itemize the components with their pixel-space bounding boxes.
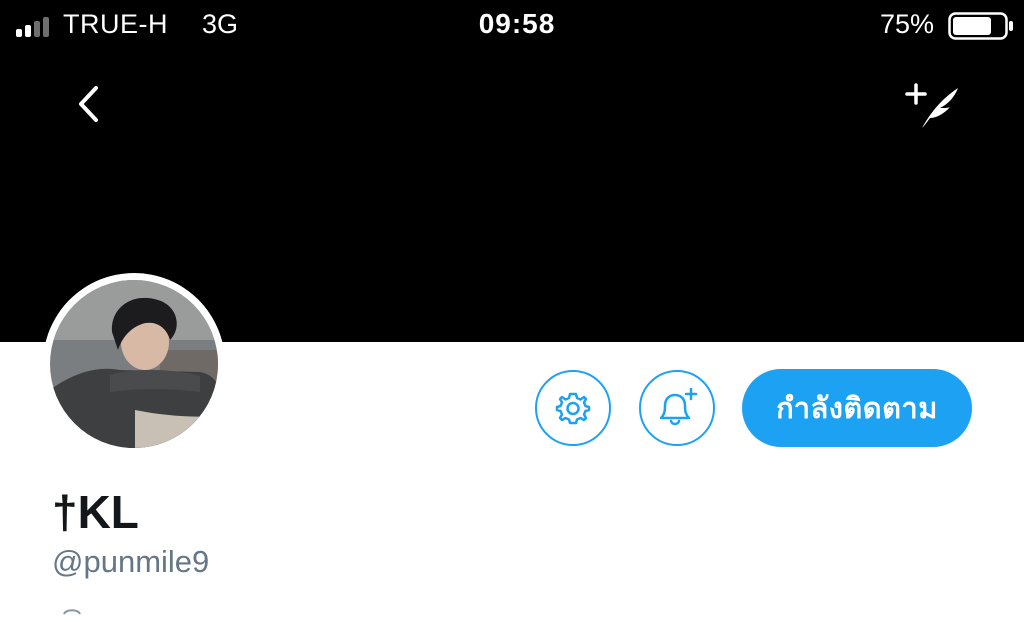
gear-icon xyxy=(555,392,591,425)
display-name: †KL xyxy=(52,486,139,538)
location-icon xyxy=(63,609,81,615)
back-chevron-icon[interactable] xyxy=(68,82,112,126)
notifications-button[interactable] xyxy=(639,370,715,446)
compose-tweet-icon[interactable] xyxy=(902,80,966,132)
avatar[interactable] xyxy=(50,280,218,448)
clock: 09:58 xyxy=(478,8,556,39)
following-button[interactable]: กำลังติดตาม xyxy=(742,369,972,447)
battery-percentage: 75% xyxy=(880,9,935,39)
user-handle: @punmile9 xyxy=(52,544,210,579)
settings-button[interactable] xyxy=(535,370,611,446)
battery-icon xyxy=(948,12,1013,40)
bell-plus-icon xyxy=(659,387,698,426)
status-bar: TRUE-H 3G 09:58 75% xyxy=(0,0,1024,52)
profile-photo xyxy=(50,280,218,448)
